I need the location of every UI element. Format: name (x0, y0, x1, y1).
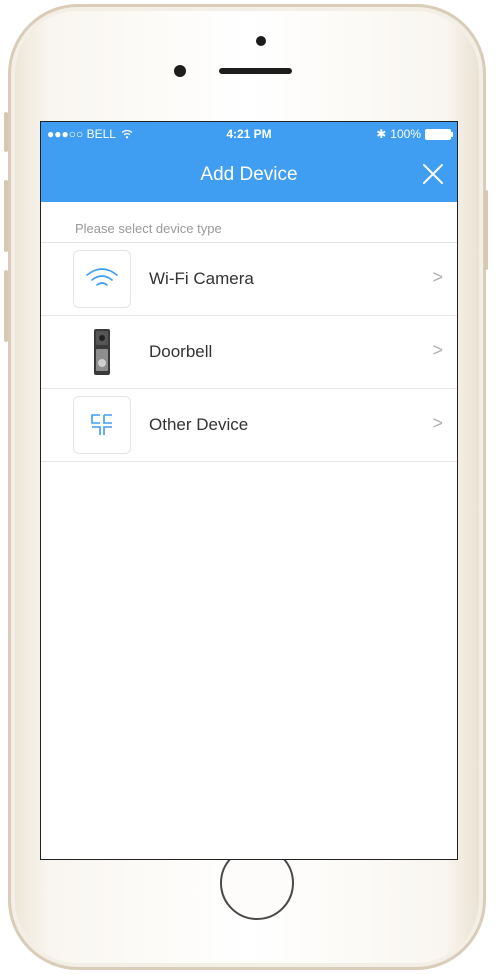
bluetooth-icon: ✱ (376, 127, 387, 141)
device-type-list: Wi-Fi Camera > Doorbell > Other Device > (41, 242, 457, 462)
device-row-doorbell[interactable]: Doorbell > (41, 316, 457, 389)
device-row-wifi-camera[interactable]: Wi-Fi Camera > (41, 243, 457, 316)
navigation-bar: Add Device (41, 146, 457, 202)
chevron-right-icon: > (432, 340, 443, 360)
earpiece-speaker (219, 68, 292, 74)
battery-icon (425, 128, 453, 140)
mute-switch (4, 112, 8, 152)
select-device-hint: Please select device type (75, 221, 222, 236)
wifi-icon (73, 250, 131, 308)
front-camera (174, 65, 186, 77)
close-button[interactable] (419, 160, 447, 188)
volume-up-button (4, 180, 8, 252)
close-icon (423, 164, 443, 184)
device-label: Wi-Fi Camera (149, 269, 254, 288)
battery-indicator: ✱ 100% (376, 127, 453, 141)
proximity-sensor (256, 36, 266, 46)
chevron-right-icon: > (432, 267, 443, 287)
volume-down-button (4, 270, 8, 342)
doorbell-icon (73, 323, 131, 381)
device-row-other-device[interactable]: Other Device > (41, 389, 457, 462)
app-screen: ●●●○○ BELL 4:21 PM ✱ 100% Add Device Ple… (40, 121, 458, 860)
page-title: Add Device (200, 164, 298, 185)
battery-percent: 100% (390, 127, 421, 141)
power-button (484, 190, 488, 270)
status-bar: ●●●○○ BELL 4:21 PM ✱ 100% (41, 122, 457, 146)
chevron-right-icon: > (432, 413, 443, 433)
device-label: Doorbell (149, 342, 213, 361)
device-label: Other Device (149, 415, 249, 434)
other-device-icon (73, 396, 131, 454)
